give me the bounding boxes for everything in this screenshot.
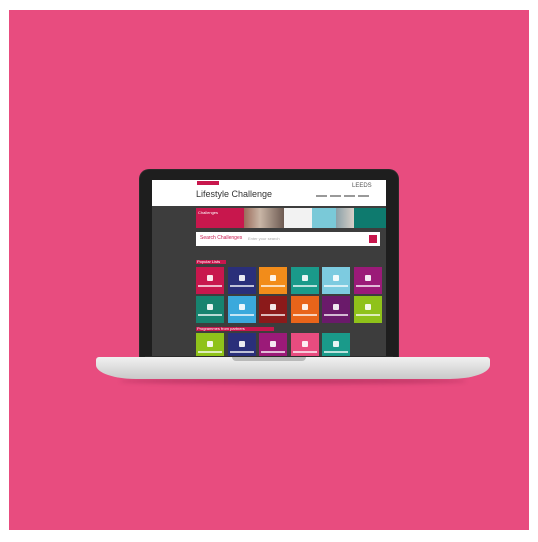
category-tile[interactable] [290, 267, 319, 294]
category-tile[interactable] [259, 267, 287, 294]
tile-label [292, 351, 317, 353]
site-title[interactable]: Lifestyle Challenge [196, 189, 272, 199]
category-tile[interactable] [290, 333, 319, 356]
category-tile[interactable] [259, 333, 287, 356]
category-tile[interactable] [196, 296, 224, 323]
tile-label [292, 285, 317, 287]
category-tile[interactable] [322, 333, 350, 356]
tile-label [229, 285, 254, 287]
banner-photo [336, 208, 354, 228]
chart-icon [270, 304, 276, 310]
header-badge [197, 181, 219, 185]
tile-label [292, 314, 317, 316]
banner-panel [312, 208, 336, 228]
nav-item[interactable] [316, 195, 327, 197]
chat-icon [301, 275, 308, 281]
laptop-screen: Lifestyle Challenge LEEDS Challenges Sea… [152, 180, 386, 356]
search-label: Search Challenges [200, 235, 243, 241]
tile-label [229, 351, 254, 353]
category-tile[interactable] [196, 267, 224, 294]
tile-label [261, 351, 285, 353]
site-logo[interactable]: LEEDS [352, 183, 372, 189]
search-button[interactable] [369, 235, 377, 243]
walk-icon [301, 341, 308, 347]
document-icon [238, 275, 245, 281]
tile-label [324, 351, 348, 353]
site-nav [316, 195, 369, 197]
laptop-notch [232, 357, 306, 361]
heart-icon [207, 275, 213, 281]
page-background: Lifestyle Challenge LEEDS Challenges Sea… [0, 0, 538, 542]
banner-photo [244, 208, 284, 228]
tile-label [355, 285, 380, 287]
category-tile[interactable] [227, 296, 256, 323]
person-icon [364, 275, 371, 281]
cup-icon [270, 341, 276, 347]
tile-label [261, 314, 285, 316]
category-tile[interactable] [322, 296, 350, 323]
section-title: Popular Lists [197, 259, 221, 264]
nav-item[interactable] [344, 195, 355, 197]
tile-label [229, 314, 254, 316]
tile-label [198, 314, 222, 316]
category-tile[interactable] [227, 267, 256, 294]
tile-label [324, 314, 348, 316]
drop-icon [333, 341, 339, 347]
site-header: Lifestyle Challenge LEEDS [152, 180, 386, 206]
leaf-icon [364, 304, 371, 310]
banner-label: Challenges [196, 208, 244, 228]
category-tile[interactable] [259, 296, 287, 323]
category-tile[interactable] [227, 333, 256, 356]
cog-icon [270, 275, 276, 281]
tile-label [355, 314, 380, 316]
tile-label [324, 285, 348, 287]
category-tile[interactable] [322, 267, 350, 294]
category-tile[interactable] [196, 333, 224, 356]
tile-label [198, 351, 222, 353]
apple-icon [207, 341, 213, 347]
tile-label [198, 285, 222, 287]
car-icon [207, 304, 213, 310]
nav-item[interactable] [330, 195, 341, 197]
tile-label [261, 285, 285, 287]
category-tile[interactable] [353, 267, 382, 294]
section-title: Programmes from partners [197, 326, 245, 331]
search-input[interactable]: Enter your search [248, 236, 280, 241]
star-icon [333, 304, 339, 310]
hero-banner: Challenges [196, 208, 386, 228]
screen-icon [333, 275, 339, 281]
banner-gap [284, 208, 312, 228]
hand-icon [301, 304, 308, 310]
category-tile[interactable] [353, 296, 382, 323]
banner-panel [354, 208, 386, 228]
nav-item[interactable] [358, 195, 369, 197]
bike-icon [238, 304, 245, 310]
category-tile[interactable] [290, 296, 319, 323]
book-icon [238, 341, 245, 347]
search-bar[interactable]: Search Challenges Enter your search [196, 232, 380, 246]
